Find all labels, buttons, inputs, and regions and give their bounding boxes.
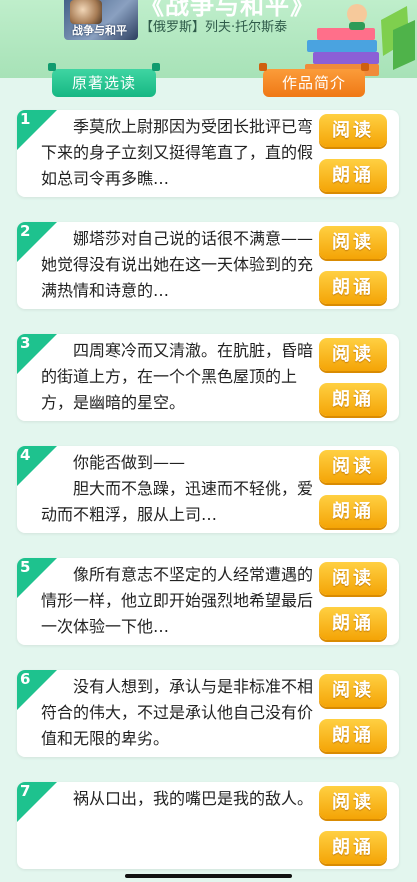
excerpt-text: 四周寒冷而又清澈。在肮脏，昏暗的街道上方，在一个个黑色屋顶的上方，是幽暗的星空。 xyxy=(41,341,314,412)
excerpt-number: 7 xyxy=(20,782,31,800)
excerpt-number: 1 xyxy=(20,110,31,128)
excerpt-text: 你能否做到—— 胆大而不急躁，迅速而不轻佻，爱动而不粗浮，服从上司… xyxy=(41,453,314,524)
excerpt-card-3[interactable]: 3 四周寒冷而又清澈。在肮脏，昏暗的街道上方，在一个个黑色屋顶的上方，是幽暗的星… xyxy=(17,334,399,421)
excerpt-number: 6 xyxy=(20,670,31,688)
excerpt-card-6[interactable]: 6 没有人想到，承认与是非标准不相符合的伟大，不过是承认他自己没有价值和无限的卑… xyxy=(17,670,399,757)
books-illustration-icon xyxy=(305,4,415,76)
excerpt-card-2[interactable]: 2 娜塔莎对自己说的话很不满意——她觉得没有说出她在这一天体验到的充满热情和诗意… xyxy=(17,222,399,309)
excerpt-text: 像所有意志不坚定的人经常遭遇的情形一样，他立即开始强烈地希望最后一次体验一下他… xyxy=(41,565,314,636)
home-indicator[interactable] xyxy=(125,874,292,878)
excerpt-text: 祸从口出，我的嘴巴是我的敌人。 xyxy=(41,789,314,808)
tab-original-reading[interactable]: 原著选读 xyxy=(48,63,160,97)
read-button[interactable]: 阅读 xyxy=(319,226,387,259)
tab-notch xyxy=(361,63,369,71)
recite-button[interactable]: 朗诵 xyxy=(319,159,387,192)
excerpt-card-7[interactable]: 7 祸从口出，我的嘴巴是我的敌人。 阅读 朗诵 xyxy=(17,782,399,869)
recite-button[interactable]: 朗诵 xyxy=(319,495,387,528)
excerpt-card-4[interactable]: 4 你能否做到—— 胆大而不急躁，迅速而不轻佻，爱动而不粗浮，服从上司… 阅读 … xyxy=(17,446,399,533)
tab-work-introduction[interactable]: 作品简介 xyxy=(259,63,369,97)
read-button[interactable]: 阅读 xyxy=(319,338,387,371)
tab-notch xyxy=(48,63,56,71)
excerpt-number: 4 xyxy=(20,446,31,464)
read-button[interactable]: 阅读 xyxy=(319,450,387,483)
recite-button[interactable]: 朗诵 xyxy=(319,607,387,640)
excerpt-number: 2 xyxy=(20,222,31,240)
recite-button[interactable]: 朗诵 xyxy=(319,831,387,864)
recite-button[interactable]: 朗诵 xyxy=(319,271,387,304)
excerpt-card-1[interactable]: 1 季莫欣上尉那因为受团长批评已弯下来的身子立刻又挺得笔直了，直的假如总司令再多… xyxy=(17,110,399,197)
tab-label: 作品简介 xyxy=(281,74,346,92)
excerpt-number: 5 xyxy=(20,558,31,576)
book-author: 【俄罗斯】列夫·托尔斯泰 xyxy=(140,20,288,35)
recite-button[interactable]: 朗诵 xyxy=(319,719,387,752)
tab-notch xyxy=(259,63,267,71)
excerpt-text: 娜塔莎对自己说的话很不满意——她觉得没有说出她在这一天体验到的充满热情和诗意的… xyxy=(41,229,314,300)
excerpt-card-5[interactable]: 5 像所有意志不坚定的人经常遭遇的情形一样，他立即开始强烈地希望最后一次体验一下… xyxy=(17,558,399,645)
read-button[interactable]: 阅读 xyxy=(319,786,387,819)
recite-button[interactable]: 朗诵 xyxy=(319,383,387,416)
book-header: 战争与和平 《战争与和平》 【俄罗斯】列夫·托尔斯泰 xyxy=(0,0,417,78)
tab-notch xyxy=(152,63,160,71)
read-button[interactable]: 阅读 xyxy=(319,674,387,707)
cover-title: 战争与和平 xyxy=(72,24,127,37)
read-button[interactable]: 阅读 xyxy=(319,562,387,595)
tab-label: 原著选读 xyxy=(71,74,136,92)
read-button[interactable]: 阅读 xyxy=(319,114,387,147)
excerpt-text: 季莫欣上尉那因为受团长批评已弯下来的身子立刻又挺得笔直了，直的假如总司令再多瞧… xyxy=(41,117,314,188)
excerpt-text: 没有人想到，承认与是非标准不相符合的伟大，不过是承认他自己没有价值和无限的卑劣。 xyxy=(41,677,314,748)
cover-art xyxy=(70,0,102,24)
excerpt-number: 3 xyxy=(20,334,31,352)
